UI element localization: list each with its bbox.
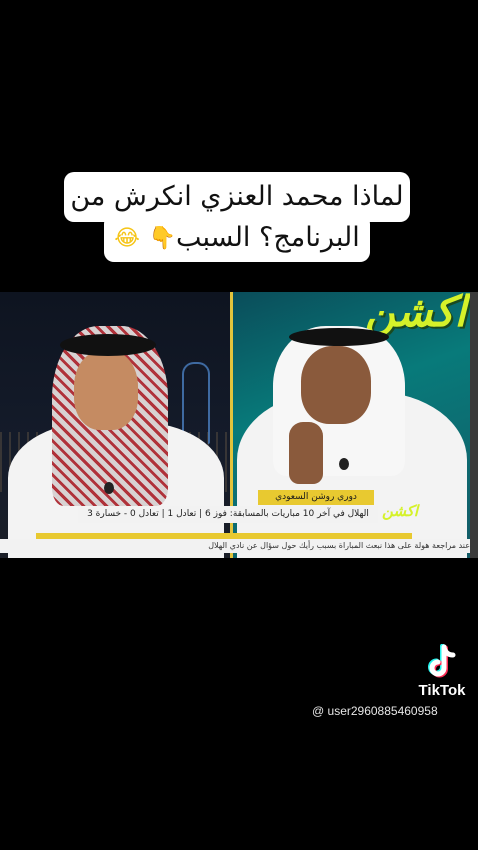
right-edge-strip (470, 292, 478, 558)
caption-text-1: لماذا محمد العنزي انكرش من (70, 181, 404, 212)
right-presenter-agal (289, 328, 389, 346)
caption-line-2: البرنامج؟ السبب👇 😂 (104, 214, 370, 262)
laughing-face-icon: 😂 (114, 225, 140, 251)
league-name-tag: دوري روشن السعودي (258, 490, 374, 505)
right-microphone-icon (339, 458, 349, 470)
tiktok-brand-label: TikTok (418, 682, 466, 699)
pointing-down-icon: 👇 (148, 225, 176, 251)
left-presenter-agal (60, 334, 156, 356)
ticker-logo: اكشن (381, 502, 419, 520)
right-presenter-hand (289, 422, 323, 484)
left-presenter-face (74, 350, 138, 430)
video-frame[interactable]: اكشن دوري روشن السعودي اكشن الهلال في آخ… (0, 292, 478, 558)
left-microphone-icon (104, 482, 114, 494)
ticker-main-text: الهلال في آخر 10 مباريات بالمسابقة: فوز … (78, 506, 378, 523)
tiktok-username: @ user2960885460958 (312, 704, 438, 718)
right-presenter-face (301, 346, 371, 424)
tiktok-logo-icon (428, 644, 456, 678)
ticker-sub-text: عند مراجعة هولة على هذا نبعث المباراة بس… (0, 539, 470, 553)
caption-text-2: البرنامج؟ السبب (175, 222, 360, 253)
